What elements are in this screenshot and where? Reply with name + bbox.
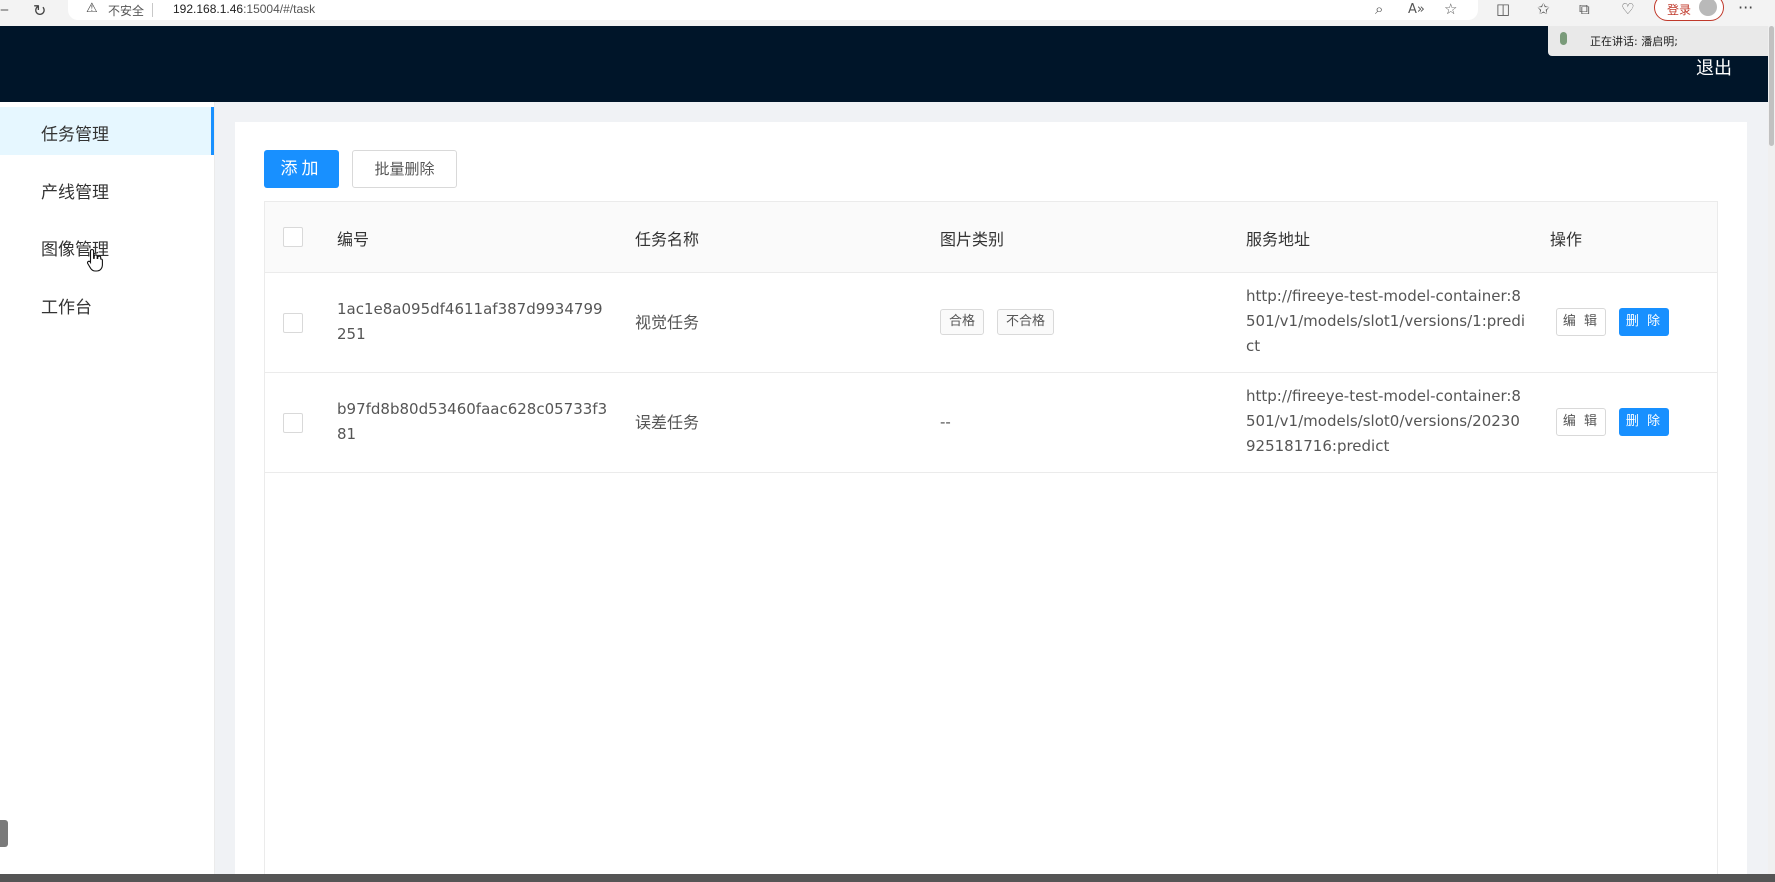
row-checkbox[interactable] bbox=[283, 413, 303, 433]
address-bar[interactable]: ⚠ 不安全 192.168.1.46:15004/#/task bbox=[68, 0, 1478, 20]
hand-cursor-icon bbox=[86, 248, 103, 272]
batch-delete-button[interactable]: 批量删除 bbox=[352, 150, 457, 188]
empty-category: -- bbox=[940, 413, 951, 431]
scrollbar-thumb[interactable] bbox=[1769, 26, 1774, 146]
warning-icon: ⚠ bbox=[86, 1, 98, 16]
table-row: 1ac1e8a095df4611af387d9934799251 视觉任务 合格… bbox=[265, 273, 1717, 373]
table-header: 编号 任务名称 图片类别 服务地址 操作 bbox=[265, 202, 1717, 273]
task-id: 1ac1e8a095df4611af387d9934799251 bbox=[337, 300, 603, 343]
split-screen-icon[interactable]: ◫ bbox=[1496, 0, 1510, 18]
table-row: b97fd8b80d53460faac628c05733f381 误差任务 --… bbox=[265, 373, 1717, 473]
sidebar: 任务管理 产线管理 图像管理 工作台 bbox=[0, 102, 215, 874]
sidebar-item-label: 任务管理 bbox=[41, 125, 109, 145]
sidebar-item-line-management[interactable]: 产线管理 bbox=[0, 165, 214, 213]
delete-button[interactable]: 删 除 bbox=[1619, 308, 1669, 336]
favorites-list-icon[interactable]: ✩ bbox=[1537, 0, 1550, 18]
favorite-star-icon[interactable]: ☆ bbox=[1444, 0, 1457, 18]
app-header: 退出 bbox=[0, 26, 1768, 102]
reload-icon[interactable]: ↻ bbox=[33, 1, 46, 20]
service-address: http://fireeye-test-model-container:8501… bbox=[1246, 287, 1526, 355]
sidebar-item-workbench[interactable]: 工作台 bbox=[0, 280, 214, 328]
avatar-icon bbox=[1699, 0, 1717, 16]
task-table: 编号 任务名称 图片类别 服务地址 操作 1ac1e8a095df4611af3… bbox=[264, 201, 1718, 875]
column-header-service-address: 服务地址 bbox=[1246, 230, 1311, 249]
collections-icon[interactable]: ⧉ bbox=[1579, 0, 1590, 18]
logout-link[interactable]: 退出 bbox=[1696, 54, 1732, 80]
row-checkbox[interactable] bbox=[283, 313, 303, 333]
browser-essentials-icon[interactable]: ♡ bbox=[1621, 0, 1634, 18]
column-header-actions: 操作 bbox=[1550, 230, 1583, 249]
zoom-icon[interactable]: ⌕ bbox=[1375, 0, 1383, 18]
column-header-id: 编号 bbox=[337, 230, 370, 249]
task-id: b97fd8b80d53460faac628c05733f381 bbox=[337, 400, 608, 443]
page-scrollbar[interactable] bbox=[1768, 26, 1775, 874]
microphone-icon bbox=[1560, 32, 1567, 45]
task-name: 视觉任务 bbox=[635, 313, 700, 332]
more-icon[interactable]: ··· bbox=[1738, 0, 1753, 17]
sidebar-item-label: 工作台 bbox=[41, 298, 92, 318]
speaking-text: 正在讲话: 潘启明; bbox=[1590, 35, 1678, 48]
column-header-image-category: 图片类别 bbox=[940, 230, 1005, 249]
speaking-indicator: 正在讲话: 潘启明; bbox=[1548, 26, 1775, 56]
address-separator bbox=[152, 3, 153, 17]
edit-button[interactable]: 编 辑 bbox=[1556, 308, 1606, 336]
delete-button[interactable]: 删 除 bbox=[1619, 408, 1669, 436]
category-tag: 不合格 bbox=[997, 309, 1055, 335]
task-name: 误差任务 bbox=[635, 413, 700, 432]
bottom-bar bbox=[0, 874, 1775, 882]
sidebar-item-label: 产线管理 bbox=[41, 183, 109, 203]
login-button[interactable]: 登录 bbox=[1654, 0, 1724, 21]
sidebar-item-task-management[interactable]: 任务管理 bbox=[0, 107, 214, 155]
service-address: http://fireeye-test-model-container:8501… bbox=[1246, 387, 1521, 455]
insecure-label: 不安全 bbox=[108, 4, 145, 18]
category-tag: 合格 bbox=[940, 309, 985, 335]
read-aloud-icon[interactable]: A» bbox=[1408, 2, 1425, 17]
select-all-checkbox[interactable] bbox=[283, 227, 303, 247]
back-arrow-icon[interactable]: ‒ bbox=[0, 2, 9, 18]
url-text[interactable]: 192.168.1.46:15004/#/task bbox=[173, 2, 315, 16]
column-header-task-name: 任务名称 bbox=[635, 230, 700, 249]
side-handle[interactable] bbox=[0, 820, 8, 847]
add-button[interactable]: 添加 bbox=[264, 150, 339, 188]
edit-button[interactable]: 编 辑 bbox=[1556, 408, 1606, 436]
sidebar-item-image-management[interactable]: 图像管理 bbox=[0, 222, 214, 270]
browser-toolbar: ‒ ↻ ⚠ 不安全 192.168.1.46:15004/#/task ⌕ A»… bbox=[0, 0, 1775, 27]
